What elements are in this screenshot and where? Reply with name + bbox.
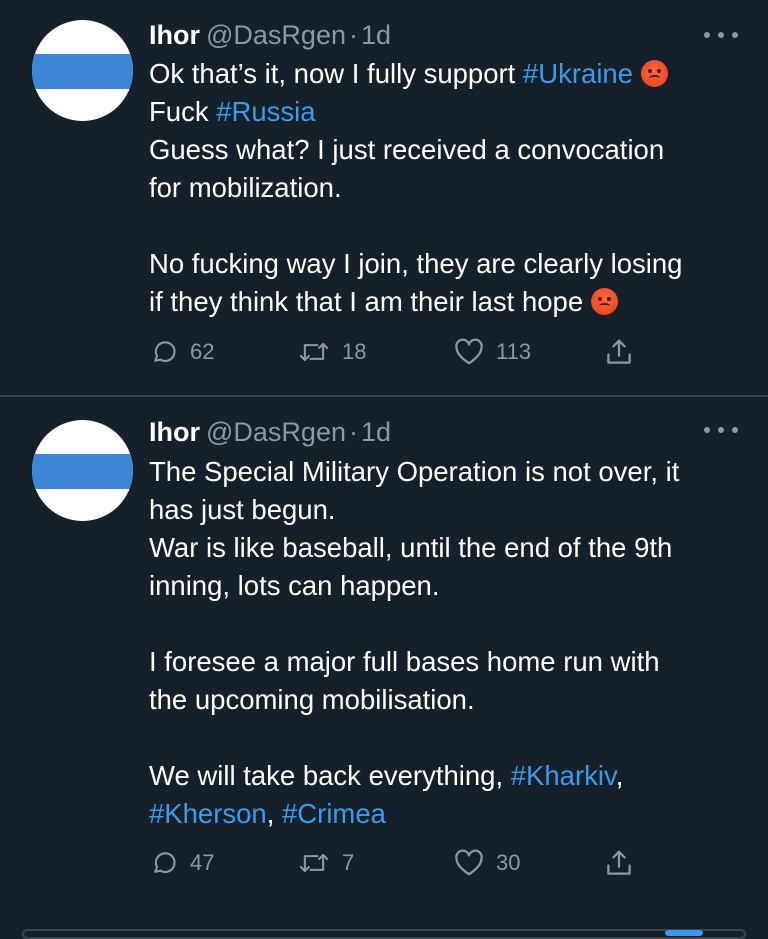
user-handle[interactable]: @DasRgen (206, 417, 346, 447)
retweet-button[interactable]: 18 (298, 337, 366, 367)
like-count: 30 (496, 850, 521, 875)
retweet-icon (299, 853, 329, 873)
more-icon[interactable] (704, 421, 738, 439)
like-count: 113 (496, 339, 532, 364)
tweet-actions: 62 18 113 (150, 337, 650, 367)
bottom-bar-edge (22, 929, 746, 939)
text-line: the upcoming mobilisation. (149, 684, 475, 715)
text-line: Fuck (149, 96, 217, 127)
share-button[interactable] (604, 337, 634, 367)
text-line: War is like baseball, until the end of t… (149, 532, 673, 563)
tweet-text: Ok that’s it, now I fully support #Ukrai… (149, 55, 749, 321)
hashtag-link[interactable]: #Kherson (149, 798, 267, 829)
angry-face-emoji (591, 288, 619, 315)
bottom-indicator (665, 930, 703, 936)
retweet-button[interactable]: 7 (298, 848, 354, 878)
reply-count: 47 (190, 850, 215, 875)
timestamp[interactable]: 1d (361, 417, 391, 447)
text-line: The Special Military Operation is not ov… (149, 456, 680, 487)
timestamp[interactable]: 1d (361, 20, 391, 50)
text-line: Ok that’s it, now I fully support (149, 58, 523, 89)
text-line: has just begun. (149, 494, 336, 525)
retweet-count: 18 (342, 339, 367, 364)
text-line: for mobilization. (149, 172, 342, 203)
text-line: if they think that I am their last hope (149, 286, 584, 317)
tweet-header: Ihor @DasRgen · 1d (149, 415, 391, 449)
separator: · (348, 20, 358, 50)
text-line: Guess what? I just received a convocatio… (149, 134, 665, 165)
hashtag-link[interactable]: #Ukraine (523, 58, 633, 89)
reply-button[interactable]: 47 (150, 848, 214, 878)
text-line: inning, lots can happen. (149, 570, 440, 601)
reply-icon (154, 341, 176, 363)
avatar[interactable] (32, 20, 133, 121)
reply-icon (154, 852, 176, 874)
heart-icon (455, 338, 483, 365)
text-line: We will take back everything, (149, 760, 511, 791)
reply-count: 62 (190, 339, 215, 364)
hashtag-link[interactable]: #Kharkiv (511, 760, 616, 791)
user-handle[interactable]: @DasRgen (206, 20, 346, 50)
tweet[interactable]: Ihor @DasRgen · 1d The Special Military Ope… (0, 397, 768, 935)
angry-face-emoji (641, 60, 669, 87)
retweet-icon (299, 342, 329, 362)
tweet-text: The Special Military Operation is not ov… (149, 453, 749, 833)
separator: · (348, 417, 358, 447)
text-punctuation: , (615, 760, 624, 791)
text-line: No fucking way I join, they are clearly … (149, 248, 683, 279)
tweet-actions: 47 7 30 (150, 848, 650, 878)
reply-button[interactable]: 62 (150, 337, 214, 367)
tweet-header: Ihor @DasRgen · 1d (149, 18, 391, 52)
heart-icon (455, 849, 483, 876)
share-icon (607, 850, 631, 875)
more-icon[interactable] (704, 26, 738, 44)
like-button[interactable]: 30 (454, 848, 520, 878)
retweet-count: 7 (342, 850, 355, 875)
share-icon (607, 339, 631, 364)
text-line: I foresee a major full bases home run wi… (149, 646, 660, 677)
text-punctuation: , (266, 798, 283, 829)
avatar[interactable] (32, 420, 133, 521)
user-name[interactable]: Ihor (149, 20, 200, 50)
hashtag-link[interactable]: #Crimea (282, 798, 386, 829)
tweet[interactable]: Ihor @DasRgen · 1d Ok that’s it, now I full… (0, 0, 768, 396)
hashtag-link[interactable]: #Russia (216, 96, 315, 127)
share-button[interactable] (604, 848, 634, 878)
like-button[interactable]: 113 (454, 337, 531, 367)
user-name[interactable]: Ihor (149, 417, 200, 447)
